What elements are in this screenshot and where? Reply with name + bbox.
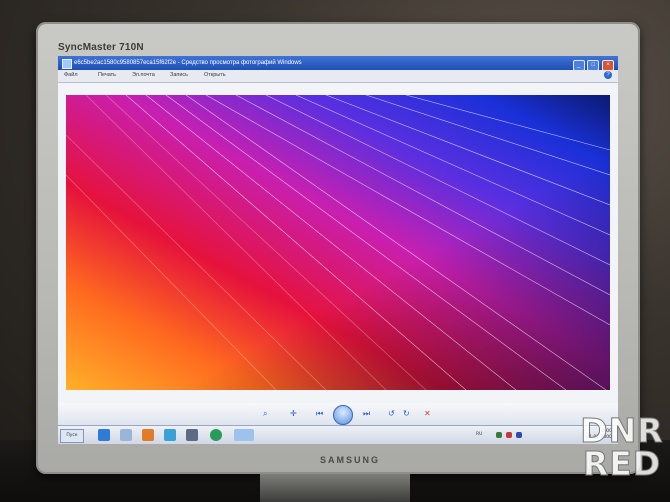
volume-icon[interactable] bbox=[516, 432, 522, 438]
network-icon[interactable] bbox=[496, 432, 502, 438]
app-icon[interactable] bbox=[210, 429, 222, 441]
monitor-stand bbox=[260, 474, 410, 502]
actual-size-icon[interactable]: ✛ bbox=[290, 408, 297, 420]
monitor-brand-label: SAMSUNG bbox=[319, 455, 380, 465]
antivirus-icon[interactable] bbox=[506, 432, 512, 438]
window-titlebar[interactable]: e6c5be2ac1580c9580857eca15f62f2e - Средс… bbox=[58, 56, 618, 70]
photo-viewer-task-icon[interactable] bbox=[234, 429, 254, 441]
rotate-right-icon[interactable]: ↻ bbox=[403, 408, 410, 420]
previous-icon[interactable]: ⏮ bbox=[316, 408, 323, 420]
chrome-icon[interactable] bbox=[164, 429, 176, 441]
media-icon[interactable] bbox=[142, 429, 154, 441]
window-controls: _ □ × bbox=[572, 58, 614, 70]
start-button[interactable]: Пуск bbox=[60, 429, 84, 443]
monitor-badges bbox=[540, 30, 632, 52]
menu-burn[interactable]: Запись bbox=[170, 72, 188, 78]
close-button[interactable]: × bbox=[602, 60, 614, 70]
photo-area bbox=[58, 83, 618, 403]
rotate-left-icon[interactable]: ↺ bbox=[388, 408, 395, 420]
menu-email[interactable]: Эл.почта bbox=[132, 72, 155, 78]
language-indicator[interactable]: RU bbox=[476, 432, 482, 437]
watermark-line-2: RED bbox=[582, 444, 662, 483]
monitor-model-label: SyncMaster 710N bbox=[58, 42, 144, 53]
delete-icon[interactable]: ✕ bbox=[424, 408, 431, 420]
monitor-screen: e6c5be2ac1580c9580857eca15f62f2e - Средс… bbox=[58, 56, 618, 444]
menu-print[interactable]: Печать bbox=[98, 72, 116, 78]
next-icon[interactable]: ⏭ bbox=[363, 408, 370, 420]
viewer-controls: ⌕ ✛ ⏮ ⏭ ↺ ↻ ✕ bbox=[58, 403, 618, 425]
minimize-button[interactable]: _ bbox=[572, 60, 585, 70]
photo-viewer-app-icon bbox=[62, 59, 72, 69]
zoom-icon[interactable]: ⌕ bbox=[263, 408, 267, 420]
slideshow-button[interactable] bbox=[333, 405, 353, 425]
photo-image bbox=[66, 95, 610, 390]
menu-file[interactable]: Файл bbox=[64, 72, 78, 78]
maximize-button[interactable]: □ bbox=[587, 60, 600, 70]
menu-open[interactable]: Открыть bbox=[204, 72, 226, 78]
ie-icon[interactable] bbox=[98, 429, 110, 441]
movie-icon[interactable] bbox=[186, 429, 198, 441]
taskbar: Пуск RU 0:00 01.01.2000 bbox=[58, 425, 618, 444]
watermark-line-1: DNR bbox=[580, 411, 664, 450]
watermark-logo: DNR RED bbox=[580, 414, 664, 494]
explorer-icon[interactable] bbox=[120, 429, 132, 441]
window-title: e6c5be2ac1580c9580857eca15f62f2e - Средс… bbox=[74, 60, 302, 66]
help-icon[interactable]: ? bbox=[604, 71, 612, 79]
menu-bar: Файл Печать Эл.почта Запись Открыть ? bbox=[58, 70, 618, 83]
